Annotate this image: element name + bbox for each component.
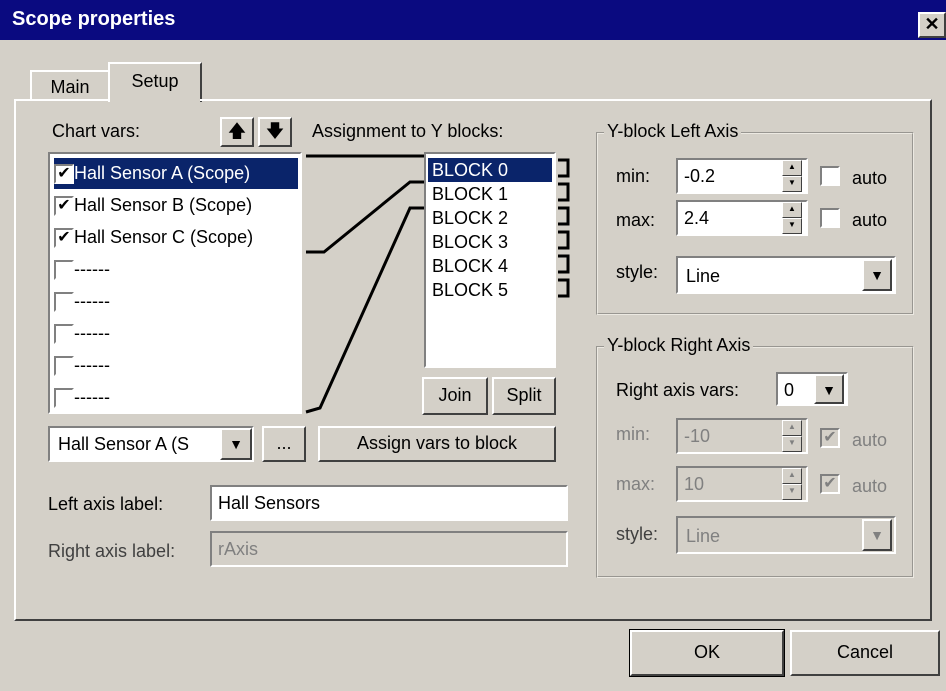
tab-setup[interactable]: Setup bbox=[108, 62, 202, 102]
chevron-down-icon[interactable]: ▼ bbox=[814, 374, 844, 404]
left-axis-label-input[interactable]: Hall Sensors bbox=[210, 485, 568, 521]
right-max-auto-checkbox[interactable]: ✔ bbox=[820, 474, 840, 494]
chevron-down-icon[interactable]: ▼ bbox=[862, 259, 892, 291]
spin-down-icon[interactable]: ▼ bbox=[782, 176, 802, 192]
cancel-button[interactable]: Cancel bbox=[790, 630, 940, 676]
chevron-down-icon[interactable]: ▼ bbox=[862, 519, 892, 551]
join-button[interactable]: Join bbox=[422, 377, 488, 415]
list-item[interactable]: ------ bbox=[54, 254, 110, 285]
left-max-label: max: bbox=[616, 210, 656, 230]
close-button[interactable]: ✕ bbox=[918, 12, 946, 38]
list-item[interactable]: ✔ Hall Sensor B (Scope) bbox=[54, 190, 252, 221]
spin-down-icon[interactable]: ▼ bbox=[782, 218, 802, 234]
list-item[interactable]: ✔ Hall Sensor C (Scope) bbox=[54, 222, 253, 253]
connection-lines bbox=[305, 154, 428, 414]
left-min-label: min: bbox=[616, 166, 651, 186]
spinner[interactable]: ▲ ▼ bbox=[782, 468, 802, 500]
close-icon: ✕ bbox=[924, 14, 940, 34]
spin-up-icon[interactable]: ▲ bbox=[782, 420, 802, 436]
arrow-up-icon: 🡅 bbox=[227, 121, 247, 141]
list-item[interactable]: BLOCK 2 bbox=[432, 206, 508, 230]
bracket-line bbox=[558, 158, 570, 298]
chart-vars-list[interactable]: ✔ Hall Sensor A (Scope) ✔ Hall Sensor B (S… bbox=[48, 152, 302, 414]
window-title: Scope properties bbox=[12, 8, 176, 30]
chevron-down-icon[interactable]: ▼ bbox=[220, 428, 252, 460]
y-blocks-list[interactable]: BLOCK 0 BLOCK 1 BLOCK 2 BLOCK 3 BLOCK 4 … bbox=[424, 152, 556, 368]
connector-line bbox=[305, 206, 428, 414]
more-button[interactable]: ... bbox=[262, 426, 306, 462]
right-max-input[interactable]: 10 ▲ ▼ bbox=[676, 466, 808, 502]
spinner[interactable]: ▲ ▼ bbox=[782, 160, 802, 192]
right-style-select[interactable]: Line ▼ bbox=[676, 516, 896, 554]
spin-down-icon[interactable]: ▼ bbox=[782, 484, 802, 500]
right-min-label: min: bbox=[616, 424, 651, 444]
left-axis-legend: Y-block Left Axis bbox=[604, 121, 742, 142]
right-vars-select[interactable]: 0 ▼ bbox=[776, 372, 848, 406]
list-item[interactable]: BLOCK 4 bbox=[432, 254, 508, 278]
left-min-auto-checkbox[interactable] bbox=[820, 166, 840, 186]
list-item[interactable]: BLOCK 3 bbox=[432, 230, 508, 254]
right-axis-label-caption: Right axis label: bbox=[48, 541, 176, 561]
right-min-auto-label: auto bbox=[852, 430, 888, 450]
tab-join bbox=[110, 99, 200, 102]
checkbox[interactable] bbox=[54, 388, 74, 409]
tab-main[interactable]: Main bbox=[30, 70, 110, 100]
spinner[interactable]: ▲ ▼ bbox=[782, 420, 802, 452]
checkbox[interactable]: ✔ bbox=[54, 228, 74, 249]
right-max-auto-label: auto bbox=[852, 476, 888, 496]
left-min-input[interactable]: -0.2 ▲ ▼ bbox=[676, 158, 808, 194]
left-style-select[interactable]: Line ▼ bbox=[676, 256, 896, 294]
list-item[interactable]: BLOCK 0 bbox=[428, 158, 552, 182]
right-axis-legend: Y-block Right Axis bbox=[604, 335, 754, 356]
move-up-button[interactable]: 🡅 bbox=[220, 117, 254, 147]
list-item[interactable]: BLOCK 1 bbox=[432, 182, 508, 206]
checkbox[interactable]: ✔ bbox=[54, 196, 74, 217]
left-max-input[interactable]: 2.4 ▲ ▼ bbox=[676, 200, 808, 236]
list-item[interactable]: ------ bbox=[54, 382, 110, 413]
left-axis-label-caption: Left axis label: bbox=[48, 494, 164, 514]
list-item[interactable]: ------ bbox=[54, 350, 110, 381]
right-vars-label: Right axis vars: bbox=[616, 380, 740, 400]
spin-up-icon[interactable]: ▲ bbox=[782, 160, 802, 176]
right-min-auto-checkbox[interactable]: ✔ bbox=[820, 428, 840, 448]
split-button[interactable]: Split bbox=[492, 377, 556, 415]
right-max-label: max: bbox=[616, 474, 656, 494]
list-item[interactable]: ------ bbox=[54, 286, 110, 317]
left-style-label: style: bbox=[616, 262, 659, 282]
checkbox[interactable] bbox=[54, 356, 74, 377]
left-max-auto-checkbox[interactable] bbox=[820, 208, 840, 228]
ok-button[interactable]: OK bbox=[629, 629, 785, 677]
checkbox[interactable] bbox=[54, 292, 74, 313]
spin-up-icon[interactable]: ▲ bbox=[782, 468, 802, 484]
list-item[interactable]: ------ bbox=[54, 318, 110, 349]
assign-vars-button[interactable]: Assign vars to block bbox=[318, 426, 556, 462]
var-select[interactable]: Hall Sensor A (S ▼ bbox=[48, 426, 254, 462]
list-item[interactable]: BLOCK 5 bbox=[432, 278, 508, 302]
left-max-auto-label: auto bbox=[852, 210, 888, 230]
spinner[interactable]: ▲ ▼ bbox=[782, 202, 802, 234]
chart-vars-label: Chart vars: bbox=[52, 121, 141, 141]
left-min-auto-label: auto bbox=[852, 168, 888, 188]
checkbox[interactable] bbox=[54, 260, 74, 281]
right-min-input[interactable]: -10 ▲ ▼ bbox=[676, 418, 808, 454]
checkbox[interactable] bbox=[54, 324, 74, 345]
arrow-down-icon: 🡇 bbox=[265, 121, 285, 141]
checkbox[interactable]: ✔ bbox=[54, 164, 74, 185]
move-down-button[interactable]: 🡇 bbox=[258, 117, 292, 147]
assignment-label: Assignment to Y blocks: bbox=[312, 121, 504, 141]
spin-up-icon[interactable]: ▲ bbox=[782, 202, 802, 218]
right-style-label: style: bbox=[616, 524, 659, 544]
spin-down-icon[interactable]: ▼ bbox=[782, 436, 802, 452]
list-item[interactable]: ✔ Hall Sensor A (Scope) bbox=[54, 158, 298, 189]
connector-line bbox=[306, 180, 428, 254]
block-brackets bbox=[558, 158, 570, 298]
right-axis-label-input[interactable]: rAxis bbox=[210, 531, 568, 567]
